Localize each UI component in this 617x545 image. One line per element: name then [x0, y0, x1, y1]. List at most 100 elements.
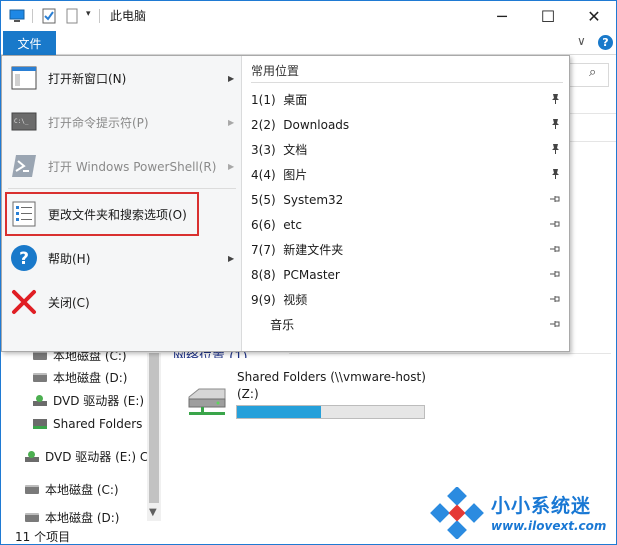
- place-item[interactable]: 7(7) 新建文件夹: [243, 237, 569, 262]
- drive-icon: [33, 372, 47, 382]
- place-label: 6(6) etc: [251, 217, 302, 232]
- submenu-arrow-icon: ▶: [228, 73, 235, 83]
- nav-item[interactable]: 本地磁盘 (D:): [25, 510, 119, 524]
- properties-icon[interactable]: [41, 8, 57, 24]
- dvd-icon: [25, 450, 39, 462]
- nav-item-label: DVD 驱动器 (E:) C: [45, 449, 149, 464]
- place-label: 音乐: [251, 318, 295, 332]
- minimize-button[interactable]: ─: [479, 1, 525, 31]
- menu-item-label: 打开新窗口(N): [48, 71, 127, 86]
- divider: [569, 141, 616, 142]
- dvd-icon: [33, 394, 47, 406]
- menu-item-label: 帮助(H): [48, 251, 91, 266]
- nav-item[interactable]: 本地磁盘 (D:): [33, 367, 127, 387]
- share-name[interactable]: Shared Folders (\\vmware-host): [237, 370, 426, 384]
- pinned-icon[interactable]: [549, 143, 561, 155]
- nav-item-label: 本地磁盘 (C:): [45, 482, 119, 497]
- place-label: 7(7) 新建文件夹: [251, 243, 344, 257]
- search-icon[interactable]: ⌕: [589, 65, 596, 80]
- menu-item-new-window[interactable]: 打开新窗口(N) ▶: [2, 56, 242, 100]
- scroll-thumb[interactable]: [149, 353, 159, 503]
- file-menu-commands: 打开新窗口(N) ▶ C:\_ 打开命令提示符(P) ▶ 打开 Windows …: [2, 56, 242, 351]
- scroll-down-icon[interactable]: ▼: [149, 507, 157, 518]
- powershell-icon: [12, 155, 36, 177]
- menu-item-label: 打开 Windows PowerShell(R): [48, 159, 217, 174]
- divider: [569, 113, 616, 114]
- nav-item[interactable]: DVD 驱动器 (E:) C: [25, 446, 148, 466]
- nav-item-label: 本地磁盘 (D:): [53, 370, 128, 385]
- watermark-logo: [430, 487, 484, 539]
- drive-icon: [25, 512, 39, 522]
- watermark-url: www.ilovext.com: [491, 519, 607, 533]
- file-menu: 打开新窗口(N) ▶ C:\_ 打开命令提示符(P) ▶ 打开 Windows …: [1, 55, 570, 352]
- section-divider: [289, 353, 611, 354]
- computer-icon[interactable]: [9, 8, 25, 24]
- place-item[interactable]: 4(4) 图片: [243, 162, 569, 187]
- share-drive-letter: (Z:): [237, 387, 259, 401]
- place-item[interactable]: 2(2) Downloads: [243, 112, 569, 137]
- share-icon: [33, 419, 47, 429]
- capacity-fill: [237, 406, 322, 418]
- submenu-arrow-icon: ▶: [228, 253, 235, 263]
- pin-icon[interactable]: [549, 193, 561, 205]
- pin-icon[interactable]: [549, 268, 561, 280]
- menu-item-help[interactable]: ? 帮助(H) ▶: [2, 236, 242, 280]
- title-separator: [32, 9, 33, 23]
- maximize-button[interactable]: ☐: [525, 1, 571, 31]
- menu-separator: [8, 188, 236, 189]
- title-separator: [99, 9, 100, 23]
- item-count: 11 个项目: [15, 530, 71, 544]
- nav-item[interactable]: DVD 驱动器 (E:): [33, 390, 144, 410]
- menu-item-close[interactable]: 关闭(C): [2, 280, 242, 324]
- pin-icon[interactable]: [549, 318, 561, 330]
- nav-item-label: Shared Folders: [53, 417, 143, 431]
- network-drive-icon[interactable]: [185, 385, 229, 419]
- place-label: 9(9) 视频: [251, 293, 308, 307]
- help-icon: ?: [11, 245, 37, 271]
- pinned-icon[interactable]: [549, 118, 561, 130]
- title-bar: ▾ 此电脑 ─ ☐ ✕: [1, 1, 616, 31]
- nav-item[interactable]: 本地磁盘 (C:): [25, 479, 119, 499]
- place-label: 8(8) PCMaster: [251, 267, 340, 282]
- cmd-icon: C:\_: [11, 112, 37, 131]
- place-item[interactable]: 6(6) etc: [243, 212, 569, 237]
- place-item[interactable]: 8(8) PCMaster: [243, 262, 569, 287]
- nav-item-label: 本地磁盘 (D:): [45, 510, 120, 525]
- highlight-box: [5, 192, 199, 236]
- tab-file[interactable]: 文件: [3, 31, 56, 55]
- place-label: 2(2) Downloads: [251, 117, 350, 132]
- expand-ribbon-icon[interactable]: ∨: [577, 34, 586, 48]
- place-item[interactable]: 音乐: [243, 312, 569, 337]
- pin-icon[interactable]: [549, 218, 561, 230]
- pinned-icon[interactable]: [549, 168, 561, 180]
- new-folder-icon[interactable]: [64, 8, 80, 24]
- customize-toolbar-icon[interactable]: ▾: [86, 9, 91, 19]
- place-item[interactable]: 3(3) 文档: [243, 137, 569, 162]
- nav-item[interactable]: Shared Folders: [33, 414, 142, 434]
- nav-item-label: DVD 驱动器 (E:): [53, 393, 145, 408]
- pinned-icon[interactable]: [549, 93, 561, 105]
- drive-icon: [25, 484, 39, 494]
- close-window-button[interactable]: ✕: [571, 1, 616, 31]
- nav-scrollbar[interactable]: [147, 353, 161, 521]
- place-item[interactable]: 5(5) System32: [243, 187, 569, 212]
- place-label: 1(1) 桌面: [251, 93, 308, 107]
- pin-icon[interactable]: [549, 243, 561, 255]
- place-label: 4(4) 图片: [251, 168, 308, 182]
- place-label: 3(3) 文档: [251, 143, 308, 157]
- help-button[interactable]: ?: [598, 35, 613, 50]
- pin-icon[interactable]: [549, 293, 561, 305]
- menu-item-open-cmd[interactable]: C:\_ 打开命令提示符(P) ▶: [2, 100, 242, 144]
- menu-item-label: 关闭(C): [48, 295, 90, 310]
- place-item[interactable]: 1(1) 桌面: [243, 87, 569, 112]
- explorer-window: ▾ 此电脑 ─ ☐ ✕ 文件 ∨ ? ⌕ 本地磁盘 (C:) 本地磁盘 (D:)…: [0, 0, 617, 545]
- submenu-arrow-icon: ▶: [228, 161, 235, 171]
- close-icon: [12, 290, 36, 314]
- watermark-title: 小小系统迷: [491, 495, 592, 517]
- new-window-icon: [11, 66, 37, 90]
- menu-item-label: 打开命令提示符(P): [48, 115, 149, 130]
- menu-item-open-powershell[interactable]: 打开 Windows PowerShell(R) ▶: [2, 144, 242, 188]
- frequent-places-panel: 常用位置 1(1) 桌面 2(2) Downloads 3(3) 文档 4(4) 图片…: [243, 56, 569, 351]
- place-item[interactable]: 9(9) 视频: [243, 287, 569, 312]
- frequent-places-header: 常用位置: [251, 64, 300, 78]
